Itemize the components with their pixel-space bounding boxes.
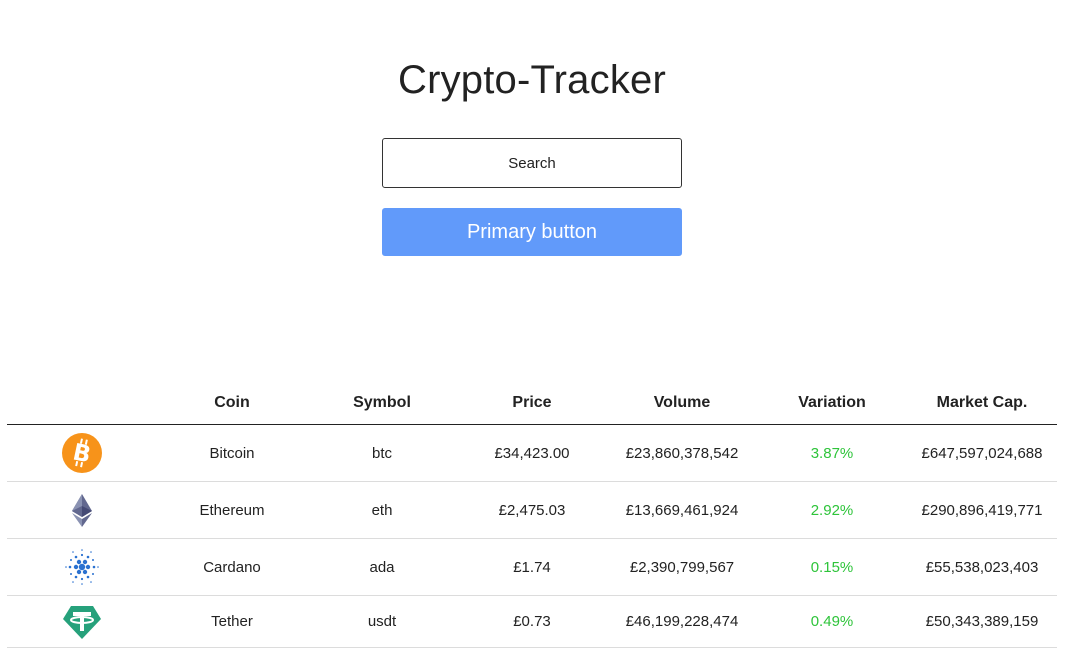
coin-volume: £23,860,378,542 bbox=[607, 424, 757, 482]
table-row[interactable]: Ethereum eth £2,475.03 £13,669,461,924 2… bbox=[7, 481, 1057, 539]
coin-icon-cell bbox=[7, 481, 157, 539]
header-coin: Coin bbox=[157, 381, 307, 425]
coin-market-cap: £647,597,024,688 bbox=[907, 424, 1057, 482]
coin-price: £1.74 bbox=[457, 538, 607, 596]
coins-table: Coin Symbol Price Volume Variation Marke… bbox=[7, 381, 1057, 648]
cardano-icon bbox=[65, 549, 99, 585]
coin-name: Bitcoin bbox=[157, 424, 307, 482]
coin-variation: 3.87% bbox=[757, 424, 907, 482]
page-title: Crypto-Tracker bbox=[397, 58, 666, 102]
header-symbol: Symbol bbox=[307, 381, 457, 425]
coin-volume: £46,199,228,474 bbox=[607, 595, 757, 648]
coin-market-cap: £50,343,389,159 bbox=[907, 595, 1057, 648]
header-market-cap: Market Cap. bbox=[907, 381, 1057, 425]
coin-icon-cell: B bbox=[7, 424, 157, 482]
coin-variation: 2.92% bbox=[757, 481, 907, 539]
page: Crypto-Tracker Primary button Coin Symbo… bbox=[0, 0, 1075, 657]
coin-market-cap: £290,896,419,771 bbox=[907, 481, 1057, 539]
coin-market-cap: £55,538,023,403 bbox=[907, 538, 1057, 596]
coin-symbol: ada bbox=[307, 538, 457, 596]
coin-price: £2,475.03 bbox=[457, 481, 607, 539]
ethereum-icon bbox=[72, 494, 92, 527]
coin-icon-cell bbox=[7, 538, 157, 596]
primary-button[interactable]: Primary button bbox=[382, 208, 682, 256]
coin-symbol: btc bbox=[307, 424, 457, 482]
table-row[interactable]: Cardano ada £1.74 £2,390,799,567 0.15% £… bbox=[7, 538, 1057, 596]
coin-price: £34,423.00 bbox=[457, 424, 607, 482]
table-row[interactable]: B Bitcoin btc £34,423.00 £23,860,378,542… bbox=[7, 424, 1057, 482]
table-row[interactable]: Tether usdt £0.73 £46,199,228,474 0.49% … bbox=[7, 595, 1057, 648]
coin-name: Cardano bbox=[157, 538, 307, 596]
coin-symbol: usdt bbox=[307, 595, 457, 648]
header-variation: Variation bbox=[757, 381, 907, 425]
coin-icon-cell bbox=[7, 595, 157, 648]
coin-volume: £13,669,461,924 bbox=[607, 481, 757, 539]
header-price: Price bbox=[457, 381, 607, 425]
coin-variation: 0.49% bbox=[757, 595, 907, 648]
header-volume: Volume bbox=[607, 381, 757, 425]
header-icon bbox=[7, 381, 157, 425]
tether-icon bbox=[63, 605, 101, 639]
coin-volume: £2,390,799,567 bbox=[607, 538, 757, 596]
coin-price: £0.73 bbox=[457, 595, 607, 648]
table-header-row: Coin Symbol Price Volume Variation Marke… bbox=[7, 381, 1057, 425]
coin-name: Ethereum bbox=[157, 481, 307, 539]
search-input[interactable] bbox=[382, 138, 682, 188]
bitcoin-icon: B bbox=[62, 433, 102, 473]
coin-symbol: eth bbox=[307, 481, 457, 539]
coin-variation: 0.15% bbox=[757, 538, 907, 596]
coin-name: Tether bbox=[157, 595, 307, 648]
